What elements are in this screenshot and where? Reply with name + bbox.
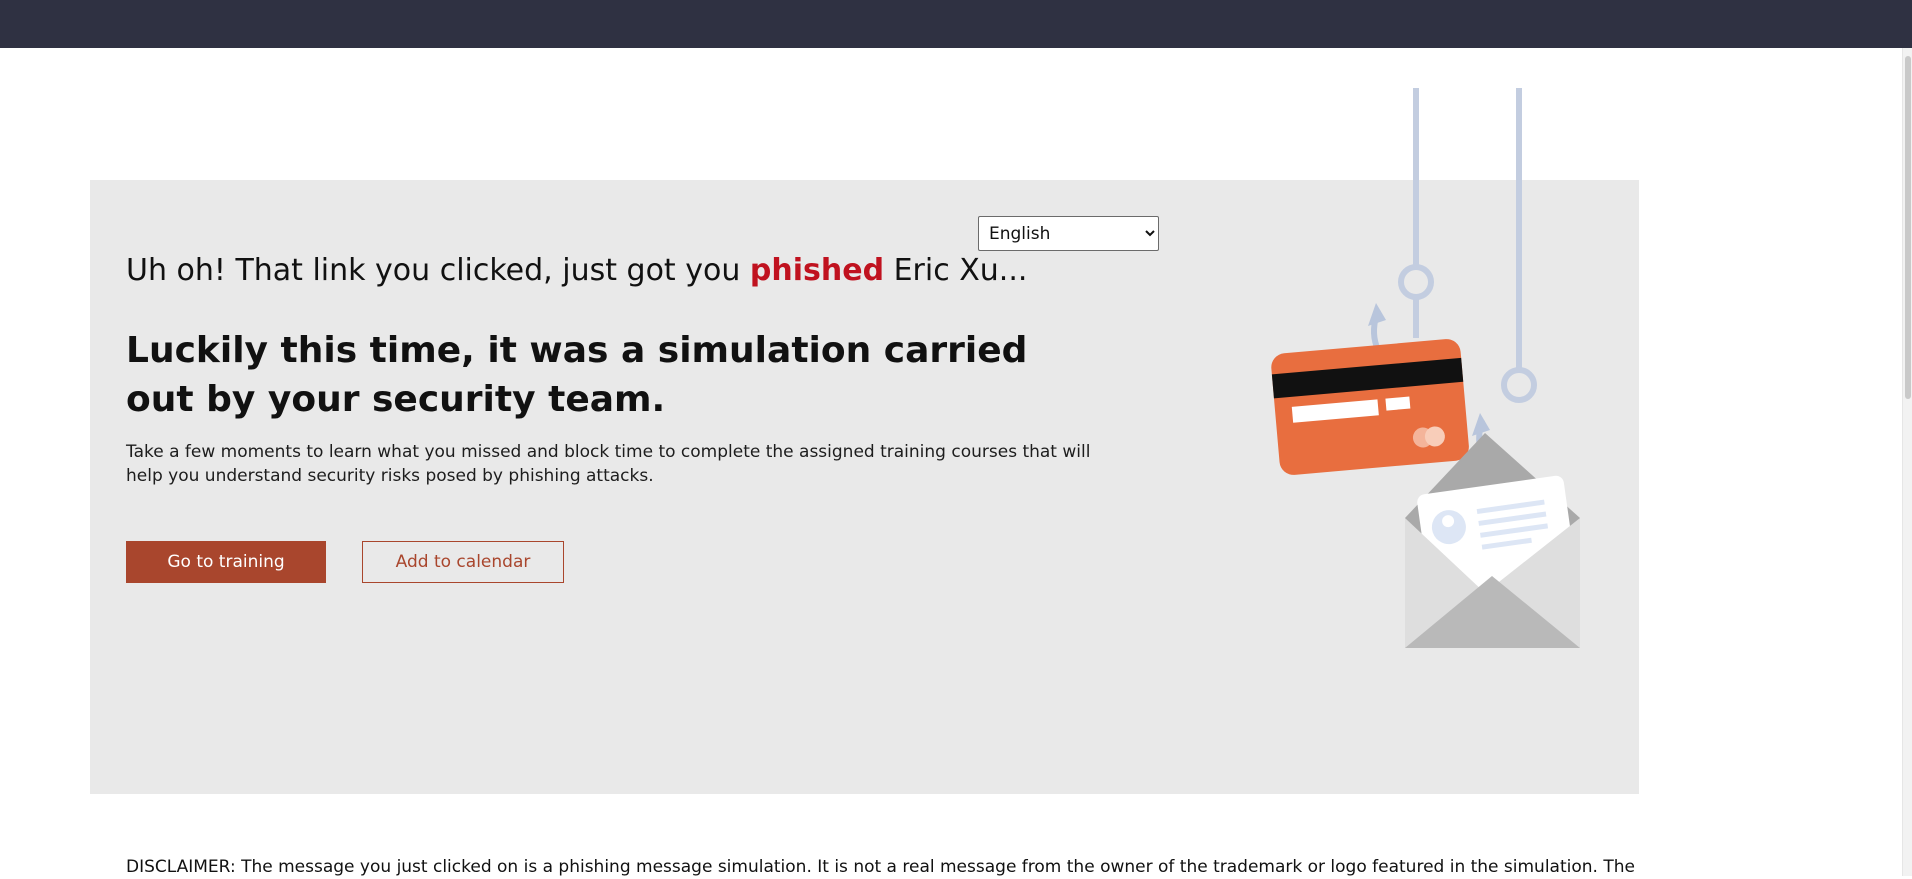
go-to-training-button[interactable]: Go to training [126, 541, 326, 583]
fishing-hook-icon [1472, 88, 1537, 477]
headline-emphasis: phished [749, 253, 885, 288]
headline-suffix: Eric Xu... [884, 253, 1028, 288]
envelope-icon [1405, 433, 1580, 648]
language-select[interactable]: English [978, 216, 1159, 251]
vertical-scrollbar[interactable] [1902, 48, 1912, 876]
phishing-illustration [1271, 88, 1580, 648]
disclaimer-text: DISCLAIMER: The message you just clicked… [126, 857, 1635, 877]
language-selector[interactable]: English [978, 216, 1159, 251]
headline-prefix: Uh oh! That link you clicked, just got y… [126, 253, 750, 288]
credit-card-icon [1271, 339, 1469, 475]
fishing-hook-icon [1368, 88, 1434, 371]
subheadline: Luckily this time, it was a simulation c… [126, 330, 1028, 420]
scrollbar-thumb[interactable] [1905, 56, 1911, 399]
description: Take a few moments to learn what you mis… [126, 442, 1091, 486]
add-to-calendar-button[interactable]: Add to calendar [362, 541, 564, 583]
headline: Uh oh! That link you clicked, just got y… [126, 252, 1027, 290]
browser-top-bar [0, 0, 1912, 48]
